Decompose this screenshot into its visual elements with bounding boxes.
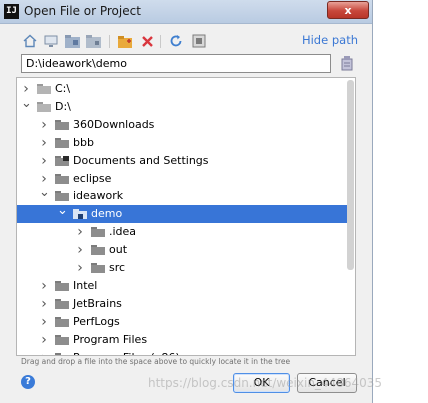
drive-icon — [37, 101, 51, 112]
folder-icon — [55, 352, 69, 355]
folder-icon — [91, 263, 105, 273]
chevron-right-icon[interactable]: › — [39, 295, 49, 313]
chevron-right-icon[interactable]: › — [39, 116, 49, 134]
folder-icon — [55, 137, 69, 148]
chevron-right-icon[interactable]: › — [75, 259, 85, 277]
tree-row-label: Program Files (x86) — [73, 349, 180, 356]
hide-path-link[interactable]: Hide path — [302, 33, 358, 47]
open-file-dialog: IJ Open File or Project x Hide path D:\i… — [0, 0, 373, 403]
chevron-right-icon[interactable]: › — [75, 223, 85, 241]
tree-row-label: Intel — [73, 278, 98, 292]
refresh-icon[interactable] — [168, 33, 184, 49]
toolbar-separator — [109, 35, 110, 48]
chevron-down-icon[interactable]: ⌄ — [57, 204, 68, 223]
folder-icon — [55, 280, 69, 291]
tree-row-label: eclipse — [73, 171, 112, 185]
tree-row-label: src — [109, 261, 126, 274]
tree-row-label: D:\ — [55, 99, 71, 113]
module-icon[interactable] — [85, 33, 101, 49]
tree-row-bbb[interactable]: › bbb — [17, 134, 347, 152]
drive-icon — [37, 84, 51, 94]
tree-row-label: demo — [91, 207, 123, 221]
tree-row-label: Program Files — [73, 332, 148, 346]
new-folder-icon[interactable] — [117, 33, 133, 49]
title-bar[interactable]: IJ Open File or Project x — [0, 0, 372, 24]
desktop-icon[interactable] — [43, 33, 59, 49]
tree-row-perflogs[interactable]: › PerfLogs — [17, 313, 347, 331]
path-input[interactable] — [21, 54, 331, 73]
cancel-button[interactable]: Cancel — [297, 373, 357, 393]
tree-row-c[interactable]: › C:\ — [17, 80, 347, 98]
tree-row-out[interactable]: › out — [17, 241, 347, 259]
intellij-app-icon: IJ — [4, 4, 19, 19]
file-tree[interactable]: › C:\ ⌄ D:\ › 360Downloads › bbb › Documents and … — [16, 77, 356, 356]
toolbar-separator — [160, 35, 161, 48]
folder-icon — [91, 227, 105, 238]
tree-row-d[interactable]: ⌄ D:\ — [17, 97, 347, 116]
folder-icon — [55, 119, 69, 130]
project-folder-icon — [73, 209, 87, 220]
tree-row-label: JetBrains — [73, 296, 122, 310]
help-icon[interactable]: ? — [21, 375, 35, 389]
folder-icon — [55, 316, 69, 327]
drag-drop-hint: Drag and drop a file into the space abov… — [21, 357, 291, 366]
chevron-right-icon[interactable]: › — [75, 241, 85, 259]
tree-row-label: out — [109, 243, 128, 257]
tree-row-label: ideawork — [73, 189, 124, 203]
home-icon[interactable] — [22, 33, 38, 49]
tree-row-eclipse[interactable]: › eclipse — [17, 170, 347, 188]
tree-row-demo[interactable]: ⌄ demo — [17, 204, 347, 224]
ok-button[interactable]: OK — [233, 373, 290, 393]
tree-row-intel[interactable]: › Intel — [17, 277, 347, 295]
tree-row-label: bbb — [73, 135, 94, 149]
folder-icon — [91, 245, 105, 256]
folder-icon — [55, 298, 69, 309]
folder-shortcut-icon — [55, 155, 69, 166]
chevron-right-icon[interactable]: › — [39, 349, 49, 356]
tree-row-program-files[interactable]: › Program Files — [17, 331, 347, 349]
chevron-right-icon[interactable]: › — [39, 313, 49, 331]
tree-row-label: Documents and Settings — [73, 153, 209, 167]
chevron-down-icon[interactable]: ⌄ — [39, 186, 50, 205]
folder-icon — [55, 191, 69, 202]
tree-row-jetbrains[interactable]: › JetBrains — [17, 295, 347, 313]
tree-scrollbar[interactable] — [347, 80, 354, 270]
chevron-right-icon[interactable]: › — [39, 331, 49, 349]
tree-row-label: PerfLogs — [73, 314, 120, 328]
path-history-icon[interactable] — [340, 55, 354, 71]
tree-row-label: C:\ — [55, 82, 71, 95]
folder-icon — [55, 334, 69, 345]
tree-row-label: 360Downloads — [73, 117, 155, 131]
tree-row-documents-and-settings[interactable]: › Documents and Settings — [17, 152, 347, 170]
close-button[interactable]: x — [327, 1, 369, 19]
chevron-right-icon[interactable]: › — [39, 134, 49, 152]
show-hidden-icon[interactable] — [191, 33, 207, 49]
path-row — [21, 54, 359, 73]
folder-icon — [55, 173, 69, 184]
dialog-title: Open File or Project — [24, 4, 141, 18]
tree-row-idea[interactable]: › .idea — [17, 223, 347, 241]
tree-row-360downloads[interactable]: › 360Downloads — [17, 116, 347, 134]
chevron-down-icon[interactable]: ⌄ — [21, 97, 32, 116]
tree-row-program-files-x86[interactable]: › Program Files (x86) — [17, 349, 347, 356]
delete-icon[interactable] — [139, 33, 155, 49]
chevron-right-icon[interactable]: › — [39, 152, 49, 170]
project-icon[interactable] — [64, 33, 80, 49]
toolbar: Hide path — [0, 30, 372, 52]
tree-row-label: .idea — [109, 225, 137, 239]
tree-row-src[interactable]: › src — [17, 259, 347, 277]
chevron-right-icon[interactable]: › — [39, 277, 49, 295]
